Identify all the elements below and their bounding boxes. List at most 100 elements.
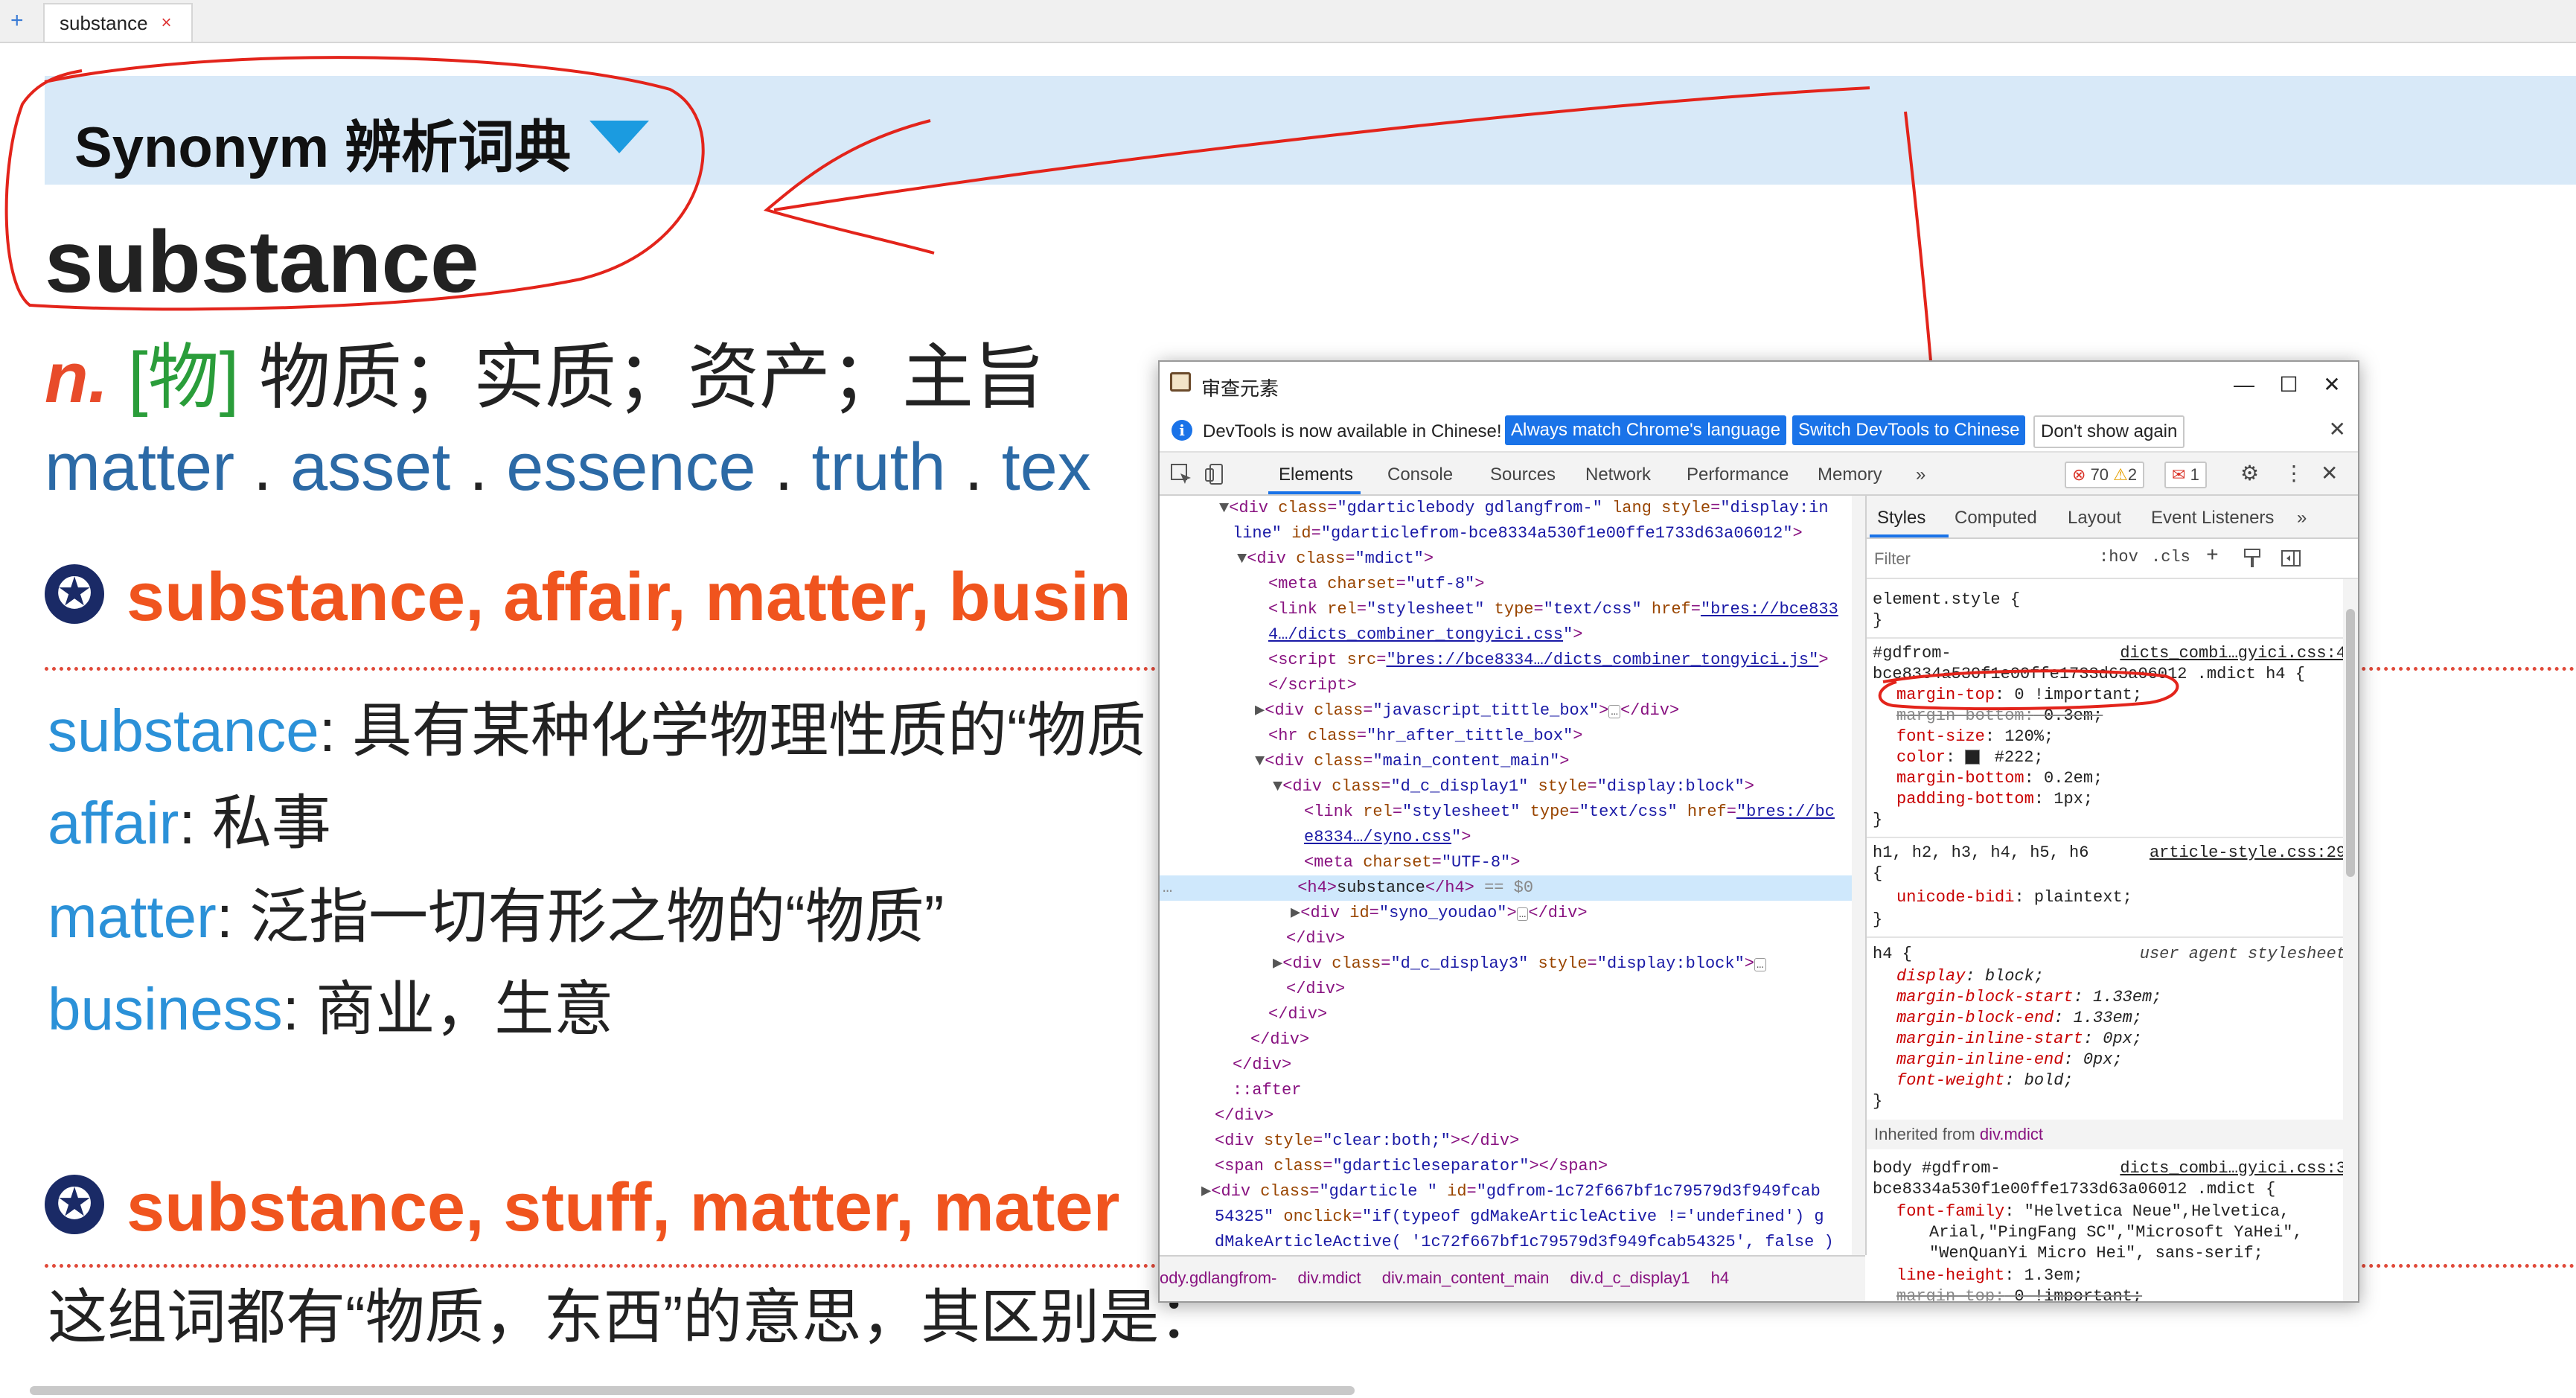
tab-close-icon[interactable]: × — [162, 13, 172, 33]
match-language-button[interactable]: Always match Chrome's language — [1505, 415, 1787, 445]
issues-counter[interactable]: ✉ 1 — [2164, 462, 2207, 488]
dom-node[interactable]: <script src="bres://bce8334…/dicts_combi… — [1268, 648, 1865, 673]
dom-node[interactable]: <div style="clear:both;"></div> — [1215, 1129, 1865, 1154]
synonym-link[interactable]: tex — [1002, 430, 1091, 505]
entry-definition: : 具有某种化学物理性质的“物质 — [319, 698, 1146, 764]
synonym-link[interactable]: essence — [506, 430, 755, 505]
info-icon: i — [1172, 420, 1192, 441]
dom-node[interactable]: <link rel="stylesheet" type="text/css" h… — [1304, 799, 1865, 825]
dom-node[interactable]: </div> — [1268, 1002, 1865, 1027]
dom-node[interactable]: <meta charset="utf-8"> — [1268, 572, 1865, 597]
synonym-link[interactable]: asset — [290, 430, 450, 505]
dom-node[interactable]: </script> — [1268, 673, 1865, 698]
entry-word[interactable]: matter — [48, 884, 217, 950]
dom-node[interactable]: e8334…/syno.css"> — [1304, 825, 1865, 850]
dom-node[interactable]: line" id="gdarticlefrom-bce8334a530f1e00… — [1233, 521, 1865, 546]
dom-node[interactable]: <span class="gdarticleseparator"></span> — [1215, 1154, 1865, 1179]
dom-node[interactable]: </div> — [1286, 926, 1865, 951]
tab-elements[interactable]: Elements — [1279, 465, 1353, 485]
separator: . — [774, 430, 793, 505]
dom-node[interactable]: ▶<div class="d_c_display3" style="displa… — [1273, 951, 1865, 977]
window-title: 审查元素 — [1201, 377, 1279, 400]
headword: substance — [45, 213, 479, 311]
more-options-icon[interactable]: ⋮ — [2283, 462, 2304, 485]
elements-scrollbar[interactable] — [1852, 496, 1865, 1255]
dom-node[interactable]: ▼<div class="d_c_display1" style="displa… — [1273, 774, 1865, 799]
warning-icon: ⚠ — [2113, 465, 2128, 484]
dom-node[interactable]: ▶<div id="syno_youdao">… </div> — [1291, 901, 1865, 926]
tab-network[interactable]: Network — [1585, 465, 1651, 485]
entry-word[interactable]: substance — [48, 698, 319, 764]
dom-node[interactable]: 4…/dicts_combiner_tongyici.css"> — [1268, 622, 1865, 648]
dom-node[interactable]: ▼<div class="gdarticlebody gdlangfrom-" … — [1219, 496, 1865, 521]
dom-node[interactable]: </div> — [1215, 1103, 1865, 1129]
breadcrumb-item[interactable]: h4 — [1711, 1268, 1729, 1287]
separator: . — [964, 430, 983, 505]
tab-memory[interactable]: Memory — [1818, 465, 1882, 485]
breadcrumb-item[interactable]: div.mdict — [1297, 1268, 1361, 1287]
list-item: business: 商业，生意 — [48, 972, 613, 1047]
dictionary-header: Synonym 辨析词典 — [45, 76, 2576, 185]
issue-icon: ✉ — [2172, 465, 2186, 484]
more-tabs-icon[interactable]: » — [1916, 465, 1925, 485]
maximize-button[interactable]: ☐ — [2272, 368, 2306, 402]
active-tab-indicator — [1268, 491, 1361, 494]
devtools-window: 审查元素 — ☐ ✕ i DevTools is now available i… — [1158, 360, 2359, 1303]
breadcrumb-item[interactable]: div.d_c_display1 — [1570, 1268, 1690, 1287]
dom-node[interactable]: ▼<div class="main_content_main"> — [1255, 749, 1865, 774]
dom-node[interactable]: </div> — [1250, 1027, 1865, 1053]
star-circle-icon: ✪ — [45, 1175, 104, 1234]
dom-node[interactable]: ▼<div class="mdict"> — [1237, 546, 1865, 572]
new-tab-icon[interactable]: + — [10, 7, 24, 34]
subject-field: [物] — [127, 338, 240, 418]
selected-marker: == $0 — [1484, 878, 1534, 897]
tab-performance[interactable]: Performance — [1687, 465, 1789, 485]
tab-console[interactable]: Console — [1387, 465, 1453, 485]
switch-to-chinese-button[interactable]: Switch DevTools to Chinese — [1792, 415, 2026, 445]
dom-node[interactable]: <link rel="stylesheet" type="text/css" h… — [1268, 597, 1865, 622]
collapse-arrow-icon[interactable] — [589, 121, 649, 153]
group-title: substance, affair, matter, busin — [127, 559, 1131, 635]
dom-node[interactable]: </div> — [1286, 977, 1865, 1002]
elements-tree[interactable]: ▼<div class="gdarticlebody gdlangfrom-" … — [1160, 496, 1867, 1255]
close-devtools-icon[interactable]: ✕ — [2321, 462, 2338, 485]
infobar-close-icon[interactable]: ✕ — [2329, 417, 2346, 441]
tab-substance[interactable]: substance × — [43, 3, 193, 42]
devtools-titlebar: 审查元素 — ☐ ✕ — [1160, 362, 2358, 408]
dom-node[interactable]: <meta charset="UTF-8"> — [1304, 850, 1865, 875]
entry-word[interactable]: business — [48, 976, 283, 1042]
dom-node[interactable]: ▶<div class="gdarticle " id="gdfrom-1c72… — [1201, 1179, 1865, 1204]
dom-node-selected[interactable]: … <h4>substance</h4> == $0 — [1160, 875, 1852, 901]
breadcrumb-item[interactable]: ody.gdlangfrom- — [1160, 1268, 1276, 1287]
synonym-link[interactable]: truth — [812, 430, 946, 505]
horizontal-scrollbar[interactable] — [30, 1386, 1355, 1395]
dont-show-again-button[interactable]: Don't show again — [2033, 415, 2185, 448]
breadcrumb-item[interactable]: div.main_content_main — [1382, 1268, 1550, 1287]
star-circle-icon: ✪ — [45, 564, 104, 624]
breadcrumb: ody.gdlangfrom- div.mdict div.main_conte… — [1160, 1255, 1865, 1301]
list-item: substance: 具有某种化学物理性质的“物质 — [48, 694, 1146, 768]
settings-gear-icon[interactable]: ⚙ — [2240, 462, 2259, 485]
infobar-message: DevTools is now available in Chinese! — [1203, 421, 1502, 441]
dom-node[interactable]: </div> — [1233, 1053, 1865, 1078]
definition-line: n. [物] 物质；实质；资产；主旨 — [45, 333, 1045, 423]
inspect-element-icon[interactable] — [1170, 463, 1192, 485]
synonym-links: matter . asset . essence . truth . tex — [45, 423, 1091, 512]
entry-word[interactable]: affair — [48, 790, 179, 856]
close-window-button[interactable]: ✕ — [2315, 368, 2349, 402]
synonym-link[interactable]: matter — [45, 430, 234, 505]
minimize-button[interactable]: — — [2227, 368, 2261, 402]
separator: . — [253, 430, 272, 505]
error-warning-counter[interactable]: ⊗ 70 ⚠2 — [2065, 462, 2145, 488]
dom-node[interactable]: ::after — [1233, 1078, 1865, 1103]
tab-label: substance — [60, 11, 148, 34]
dom-node[interactable]: dMakeArticleActive( '1c72f667bf1c79579d3… — [1215, 1230, 1865, 1255]
styles-pane: Styles Computed Layout Event Listeners »… — [1867, 496, 2358, 1301]
dom-node[interactable]: 54325" onclick="if(typeof gdMakeArticleA… — [1215, 1204, 1865, 1230]
language-infobar: i DevTools is now available in Chinese! … — [1160, 409, 2358, 453]
dom-node[interactable]: ▶<div class="javascript_tittle_box">… </d… — [1255, 698, 1865, 724]
tab-sources[interactable]: Sources — [1490, 465, 1556, 485]
dom-node[interactable]: <hr class="hr_after_tittle_box"> — [1268, 724, 1865, 749]
device-toolbar-icon[interactable] — [1204, 463, 1227, 485]
error-count: 70 — [2090, 465, 2109, 484]
